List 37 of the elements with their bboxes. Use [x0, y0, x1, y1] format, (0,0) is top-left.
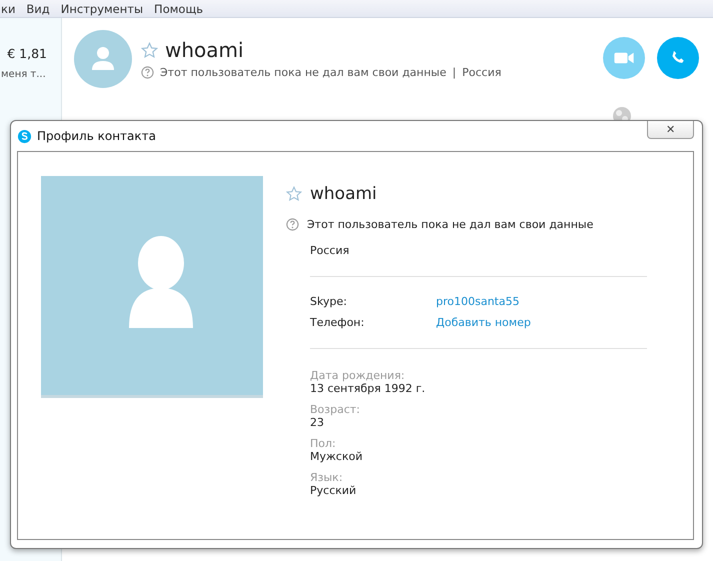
avatar-icon — [74, 30, 132, 88]
status-text: меня т... — [1, 69, 46, 80]
field-value: Русский — [310, 484, 356, 497]
field-label: Пол: — [310, 437, 336, 450]
skype-logo-icon — [17, 128, 32, 144]
menu-item[interactable]: Вид — [26, 2, 50, 16]
field-label: Дата рождения: — [310, 369, 405, 382]
contact-link[interactable]: pro100santa55 — [436, 295, 520, 308]
separator-text: | — [452, 66, 456, 79]
call-button[interactable] — [657, 37, 699, 79]
video-call-button[interactable] — [603, 37, 645, 79]
field-value: 13 сентября 1992 г. — [310, 382, 426, 395]
menu-item[interactable]: Помощь — [154, 2, 204, 16]
star-icon[interactable] — [286, 186, 302, 202]
menu-item[interactable]: Инструменты — [60, 2, 144, 16]
balance-text: € 1,81 — [7, 46, 47, 61]
contact-note: Этот пользователь пока не дал вам свои данные — [160, 66, 446, 79]
field-label: Skype: — [310, 295, 347, 308]
field-value: 23 — [310, 416, 324, 429]
avatar-icon — [41, 176, 263, 398]
contact-link[interactable]: Добавить номер — [436, 316, 531, 329]
contact-name: whoami — [310, 184, 377, 204]
field-label: Язык: — [310, 471, 343, 484]
field-label: Телефон: — [310, 316, 364, 329]
country-text: Россия — [462, 66, 502, 79]
field-value: Мужской — [310, 450, 362, 463]
star-icon[interactable] — [141, 42, 158, 58]
dialog-title: Профиль контакта — [37, 129, 156, 143]
help-icon — [286, 218, 299, 231]
contact-name: whoami — [165, 38, 244, 62]
country-text: Россия — [310, 244, 350, 257]
field-label: Возраст: — [310, 403, 360, 416]
contact-note: Этот пользователь пока не дал вам свои данные — [307, 218, 594, 231]
help-icon — [141, 66, 154, 79]
close-button[interactable]: ✕ — [647, 121, 694, 139]
video-camera-icon — [613, 51, 635, 65]
menu-item[interactable]: ки — [1, 2, 16, 16]
